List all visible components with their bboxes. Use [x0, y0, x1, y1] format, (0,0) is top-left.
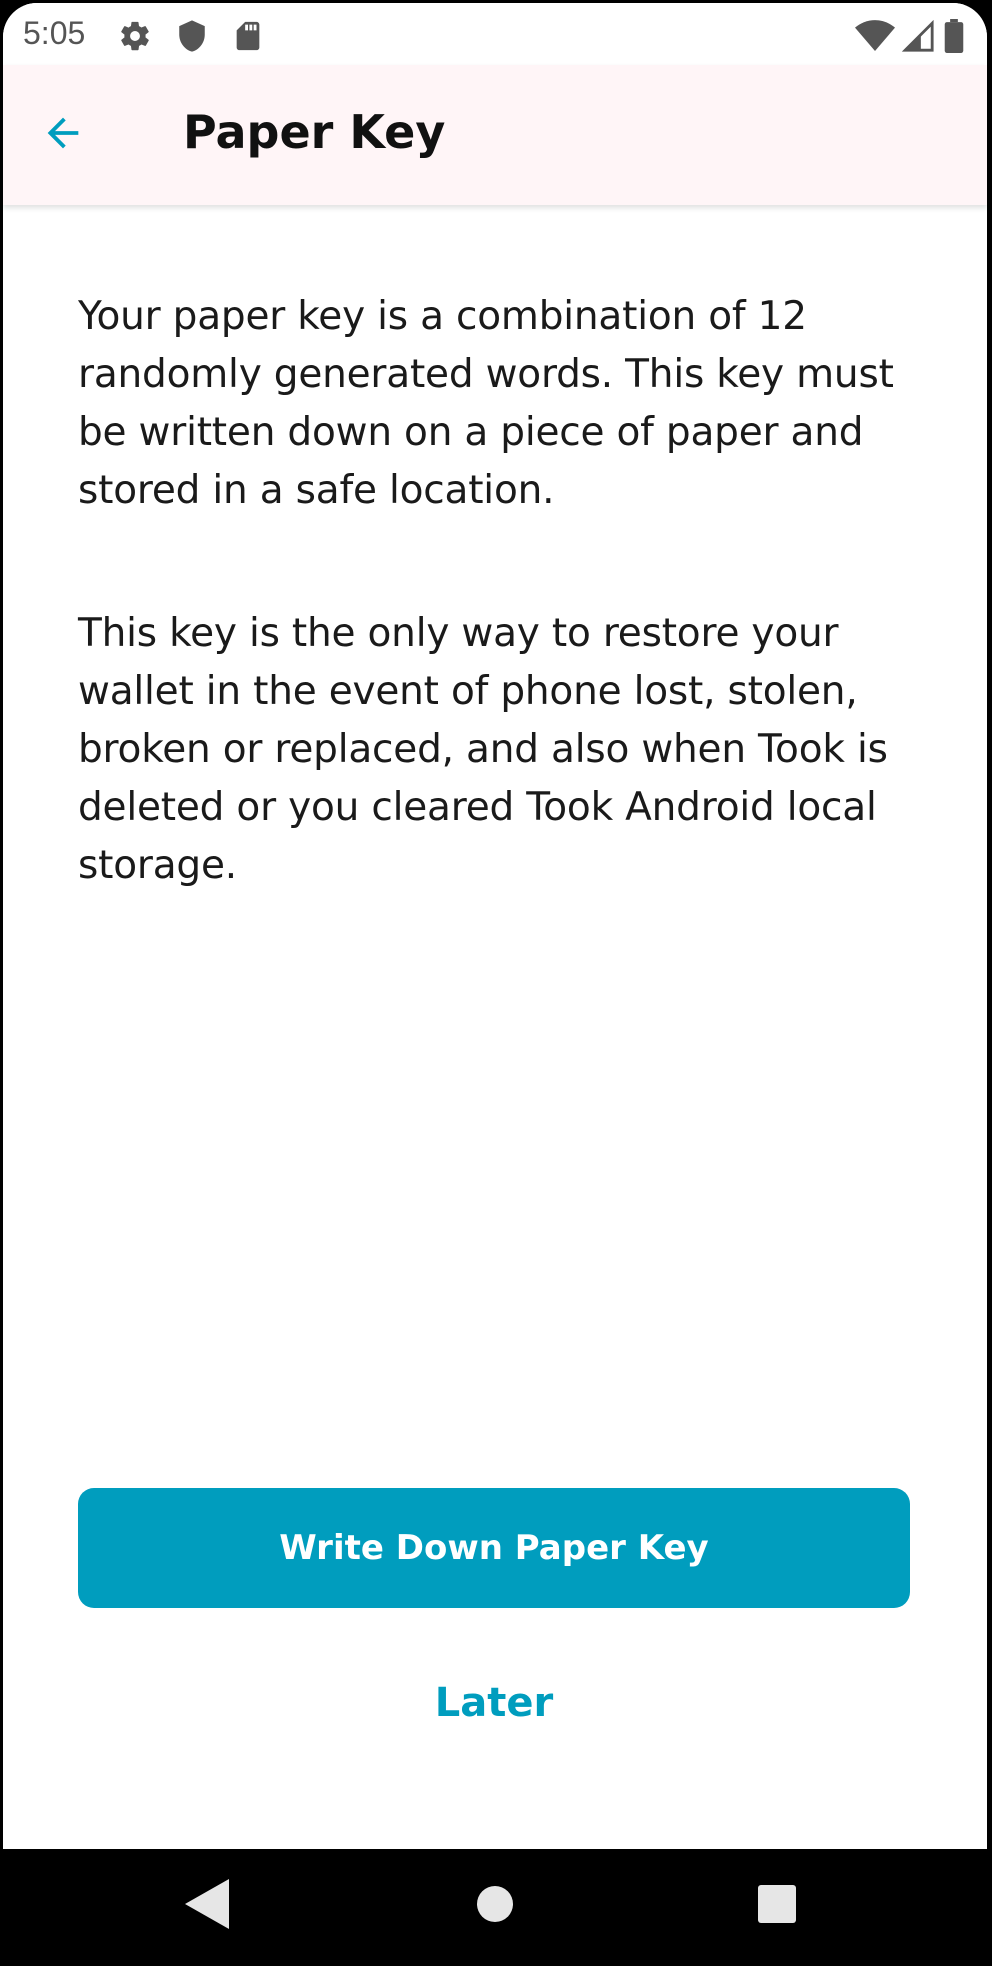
cellular-signal-icon: [901, 19, 935, 53]
status-time: 5:05: [23, 15, 86, 51]
status-bar: 5:05: [3, 3, 987, 65]
description: Your paper key is a combination of 12 ra…: [78, 288, 918, 895]
nav-home-button[interactable]: [460, 1871, 530, 1941]
sd-card-icon: [231, 19, 265, 53]
nav-home-icon: [475, 1884, 515, 1928]
description-paragraph-2: This key is the only way to restore your…: [78, 611, 888, 888]
nav-recents-button[interactable]: [742, 1871, 812, 1941]
nav-recents-icon: [757, 1884, 797, 1928]
later-button[interactable]: Later: [78, 1663, 910, 1743]
screen: 5:05 Paper Key Your paper key is a combi…: [3, 3, 987, 1966]
battery-icon: [943, 19, 965, 53]
write-down-paper-key-button[interactable]: Write Down Paper Key: [78, 1488, 910, 1608]
app-bar: Paper Key: [3, 65, 987, 205]
gear-icon: [118, 19, 152, 53]
nav-back-icon: [185, 1879, 229, 1933]
back-arrow-icon: [40, 110, 86, 160]
navigation-bar: [0, 1849, 992, 1966]
back-button[interactable]: [33, 105, 93, 165]
wifi-icon: [855, 19, 895, 53]
nav-back-button[interactable]: [172, 1871, 242, 1941]
description-paragraph-1: Your paper key is a combination of 12 ra…: [78, 294, 894, 513]
shield-icon: [175, 19, 209, 53]
page-title: Paper Key: [183, 105, 446, 159]
